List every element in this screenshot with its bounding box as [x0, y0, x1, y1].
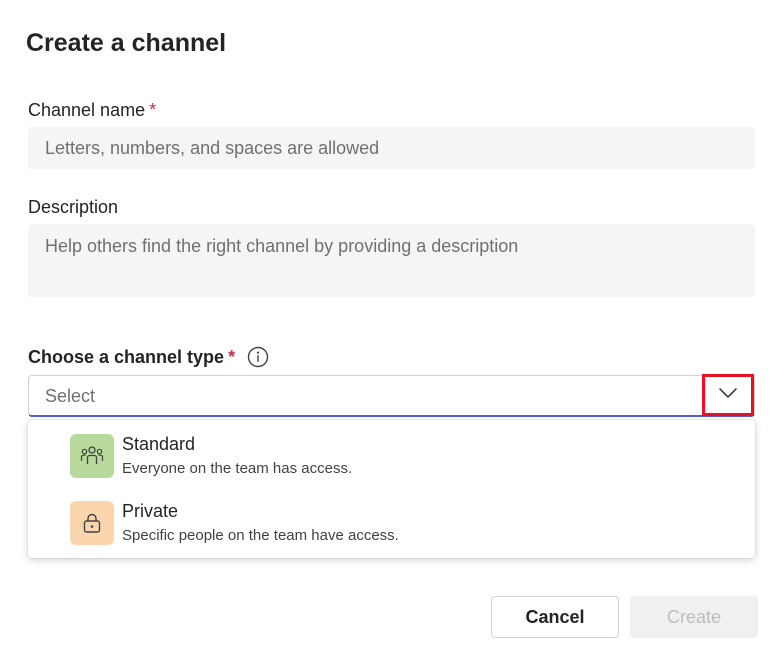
channel-type-label-text: Choose a channel type — [28, 346, 225, 367]
required-asterisk: * — [228, 346, 236, 367]
option-standard-subtitle: Everyone on the team has access. — [122, 460, 353, 477]
create-button[interactable]: Create — [630, 596, 758, 638]
channel-type-dropdown: Standard Everyone on the team has access… — [28, 420, 755, 558]
description-placeholder: Help others find the right channel by pr… — [45, 236, 519, 256]
lock-icon — [70, 501, 114, 545]
option-standard-title: Standard — [122, 434, 196, 454]
info-icon[interactable] — [247, 346, 269, 368]
option-private-subtitle: Specific people on the team have access. — [122, 527, 399, 544]
channel-name-label: Channel name * — [28, 100, 156, 121]
channel-name-label-text: Channel name — [28, 100, 146, 120]
required-asterisk: * — [149, 100, 157, 120]
channel-type-label: Choose a channel type * — [28, 346, 269, 368]
option-private-title: Private — [122, 501, 179, 521]
cancel-button[interactable]: Cancel — [491, 596, 619, 638]
channel-type-select[interactable]: Select — [28, 374, 755, 417]
dropdown-toggle-button[interactable] — [702, 374, 754, 416]
option-private[interactable]: Private Specific people on the team have… — [28, 497, 755, 561]
description-input[interactable]: Help others find the right channel by pr… — [28, 224, 755, 297]
option-standard[interactable]: Standard Everyone on the team has access… — [28, 430, 755, 494]
dialog-title: Create a channel — [26, 29, 227, 57]
channel-name-input[interactable]: Letters, numbers, and spaces are allowed — [28, 127, 755, 169]
channel-type-select-value: Select — [45, 386, 96, 406]
people-icon — [70, 434, 114, 478]
description-label: Description — [28, 197, 119, 217]
channel-name-placeholder: Letters, numbers, and spaces are allowed — [45, 138, 380, 158]
chevron-down-icon — [718, 386, 738, 404]
